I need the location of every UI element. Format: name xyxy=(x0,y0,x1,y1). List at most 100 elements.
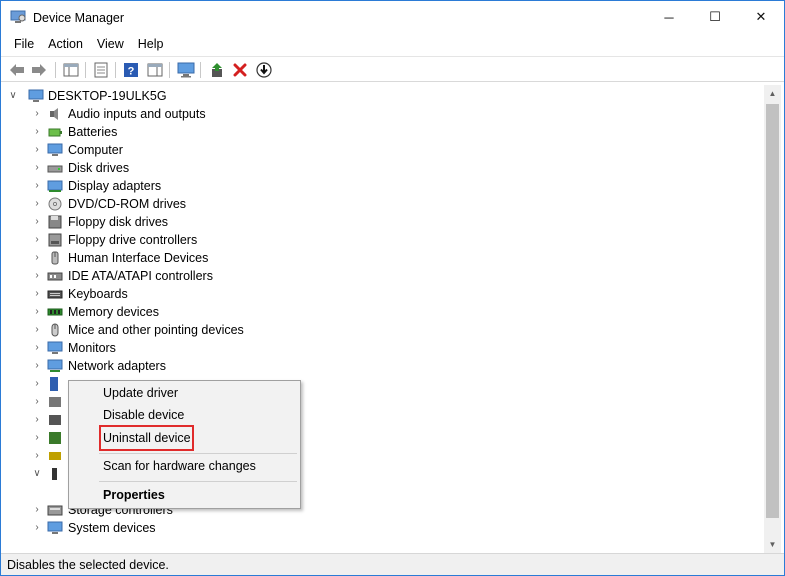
chevron-right-icon[interactable]: › xyxy=(32,522,42,534)
chevron-right-icon[interactable]: › xyxy=(32,414,42,426)
tree-item-label: Memory devices xyxy=(68,305,159,319)
toolbar-separator xyxy=(115,62,116,78)
chevron-right-icon[interactable]: › xyxy=(32,342,42,354)
chevron-right-icon[interactable]: › xyxy=(32,270,42,282)
chevron-right-icon[interactable]: › xyxy=(32,234,42,246)
device-category-icon xyxy=(49,432,61,444)
tree-item-13[interactable]: › Monitors xyxy=(2,339,764,357)
scroll-down-button[interactable]: ▼ xyxy=(764,536,781,553)
status-text: Disables the selected device. xyxy=(7,558,169,572)
tree-item-label: Batteries xyxy=(68,125,118,139)
tree-item-2[interactable]: › Computer xyxy=(2,141,764,159)
chevron-right-icon[interactable]: › xyxy=(32,252,42,264)
properties-button[interactable] xyxy=(91,60,111,80)
chevron-right-icon[interactable]: › xyxy=(32,396,42,408)
device-category-icon xyxy=(52,468,57,480)
status-bar: Disables the selected device. xyxy=(1,553,784,575)
update-driver-button[interactable] xyxy=(207,60,227,80)
computer-icon xyxy=(47,143,63,156)
tree-item-label: IDE ATA/ATAPI controllers xyxy=(68,269,213,283)
menu-file[interactable]: File xyxy=(7,35,41,55)
chevron-right-icon[interactable]: › xyxy=(32,108,42,120)
tree-item-11[interactable]: › Memory devices xyxy=(2,303,764,321)
menu-update-driver[interactable]: Update driver xyxy=(103,386,178,400)
menu-bar: File Action View Help xyxy=(1,35,784,55)
menu-action[interactable]: Action xyxy=(41,35,90,55)
tree-item-14[interactable]: › Network adapters xyxy=(2,357,764,375)
toolbar-separator xyxy=(55,62,56,78)
tree-item-label: Network adapters xyxy=(68,359,166,373)
maximize-button[interactable]: ☐ xyxy=(692,1,738,33)
tree-item-10[interactable]: › Keyboards xyxy=(2,285,764,303)
speaker-icon xyxy=(50,108,58,120)
hid-icon xyxy=(51,251,59,265)
uninstall-x-icon xyxy=(233,63,247,77)
forward-button[interactable] xyxy=(29,60,49,80)
disk-drive-icon xyxy=(47,165,63,173)
vertical-scrollbar[interactable]: ▲ ▼ xyxy=(764,85,781,553)
chevron-right-icon[interactable]: › xyxy=(32,360,42,372)
tree-item-9[interactable]: › IDE ATA/ATAPI controllers xyxy=(2,267,764,285)
help-button[interactable]: ? xyxy=(121,60,141,80)
tree-item-1[interactable]: › Batteries xyxy=(2,123,764,141)
chevron-down-icon[interactable]: ∨ xyxy=(32,468,42,480)
menu-view[interactable]: View xyxy=(90,35,131,55)
action-pane-button[interactable] xyxy=(145,60,165,80)
scan-monitor-icon xyxy=(177,62,195,78)
tree-item-8[interactable]: › Human Interface Devices xyxy=(2,249,764,267)
memory-icon xyxy=(47,308,63,316)
tree-item-12[interactable]: › Mice and other pointing devices xyxy=(2,321,764,339)
uninstall-device-button[interactable] xyxy=(230,60,250,80)
chevron-right-icon[interactable]: › xyxy=(32,180,42,192)
tree-item-3[interactable]: › Disk drives xyxy=(2,159,764,177)
tree-root[interactable]: ∨ DESKTOP-19ULK5G xyxy=(2,87,764,105)
system-icon xyxy=(47,521,63,534)
menu-separator xyxy=(99,481,297,482)
chevron-right-icon[interactable]: › xyxy=(32,216,42,228)
chevron-down-icon[interactable]: ∨ xyxy=(8,90,18,102)
chevron-right-icon[interactable]: › xyxy=(32,504,42,516)
tree-item-7[interactable]: › Floppy drive controllers xyxy=(2,231,764,249)
chevron-right-icon[interactable]: › xyxy=(32,324,42,336)
back-button[interactable] xyxy=(7,60,27,80)
scan-hardware-button[interactable] xyxy=(176,60,196,80)
scroll-thumb[interactable] xyxy=(766,104,779,518)
uninstall-highlight-box xyxy=(99,425,194,451)
device-category-icon xyxy=(49,452,61,460)
battery-icon xyxy=(48,128,62,137)
menu-properties[interactable]: Properties xyxy=(103,488,165,502)
tree-item-label: DVD/CD-ROM drives xyxy=(68,197,187,211)
chevron-right-icon[interactable]: › xyxy=(32,162,42,174)
disable-device-button[interactable] xyxy=(254,60,274,80)
device-manager-window: Device Manager ─ ☐ ✕ File Action View He… xyxy=(0,0,785,576)
device-category-icon xyxy=(49,397,61,407)
menu-disable-device[interactable]: Disable device xyxy=(103,408,184,422)
tree-item-5[interactable]: › DVD/CD-ROM drives xyxy=(2,195,764,213)
keyboard-icon xyxy=(47,290,63,299)
chevron-right-icon[interactable]: › xyxy=(32,306,42,318)
tree-item-6[interactable]: › Floppy disk drives xyxy=(2,213,764,231)
chevron-right-icon[interactable]: › xyxy=(32,378,42,390)
forward-arrow-icon xyxy=(32,64,46,76)
close-button[interactable]: ✕ xyxy=(738,1,784,33)
chevron-right-icon[interactable]: › xyxy=(32,144,42,156)
tree-item-0[interactable]: › Audio inputs and outputs xyxy=(2,105,764,123)
svg-text:?: ? xyxy=(128,66,135,78)
menu-scan-hardware[interactable]: Scan for hardware changes xyxy=(103,459,256,473)
disable-device-icon xyxy=(256,62,272,78)
tree-item-4[interactable]: › Display adapters xyxy=(2,177,764,195)
scroll-up-button[interactable]: ▲ xyxy=(764,85,781,102)
show-hide-tree-button[interactable] xyxy=(61,60,81,80)
menu-help[interactable]: Help xyxy=(131,35,171,55)
chevron-right-icon[interactable]: › xyxy=(32,288,42,300)
chevron-right-icon[interactable]: › xyxy=(32,450,42,462)
tree-item-after-1[interactable]: › System devices xyxy=(2,519,764,537)
chevron-right-icon[interactable]: › xyxy=(32,198,42,210)
chevron-right-icon[interactable]: › xyxy=(32,126,42,138)
help-icon: ? xyxy=(124,63,138,78)
context-menu: Update driver Disable device Uninstall d… xyxy=(68,380,301,509)
tree-item-label: Floppy disk drives xyxy=(68,215,169,229)
chevron-right-icon[interactable]: › xyxy=(32,432,42,444)
device-category-icon xyxy=(50,377,58,391)
minimize-button[interactable]: ─ xyxy=(646,1,692,33)
